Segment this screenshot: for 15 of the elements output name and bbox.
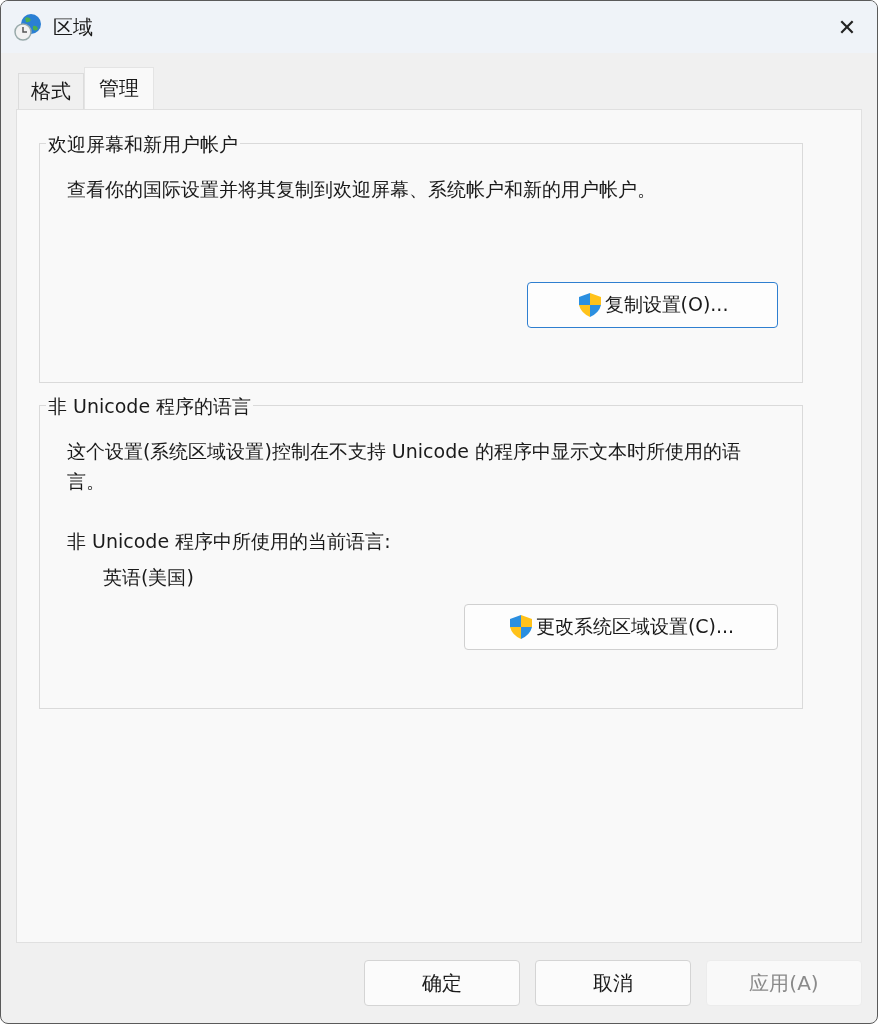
admin-button[interactable]: 更改系统区域设置(C)...: [464, 604, 778, 650]
window-title: 区域: [53, 13, 93, 41]
dialog-button[interactable]: 确定: [364, 960, 520, 1006]
current-language-label: 非 Unicode 程序中所使用的当前语言:: [67, 529, 392, 554]
globe-clock-icon: [13, 12, 43, 42]
admin-button[interactable]: 复制设置(O)...: [527, 282, 778, 328]
tab[interactable]: 格式: [18, 73, 84, 109]
shield-icon: [507, 614, 534, 640]
description-text: 查看你的国际设置并将其复制到欢迎屏幕、系统帐户和新的用户帐户。: [67, 177, 657, 202]
tab[interactable]: 管理: [84, 67, 154, 109]
shield-icon: [576, 292, 603, 318]
close-button[interactable]: ✕: [817, 1, 877, 53]
dialog-button[interactable]: 取消: [535, 960, 691, 1006]
current-language-value: 英语(美国): [103, 565, 195, 590]
description-text: 这个设置(系统区域设置)控制在不支持 Unicode 的程序中显示文本时所使用的语言。: [67, 439, 742, 494]
